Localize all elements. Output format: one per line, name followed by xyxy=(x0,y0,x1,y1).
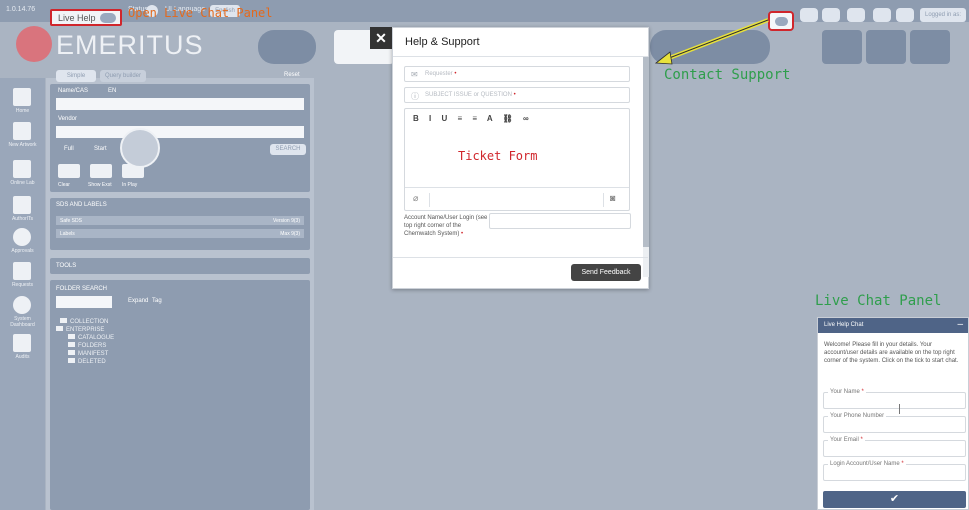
chat-title: Live Help Chat xyxy=(824,322,864,328)
chat-email-input[interactable]: Your Email * xyxy=(823,437,966,457)
text-cursor xyxy=(899,404,900,414)
chat-field-label: Your Name * xyxy=(828,389,866,395)
chat-intro-text: Welcome! Please fill in your details. Yo… xyxy=(824,342,959,364)
chat-field-label: Login Account/User Name * xyxy=(828,461,906,467)
chat-login-input[interactable]: Login Account/User Name * xyxy=(823,461,966,481)
chat-submit-button[interactable]: ✔ xyxy=(823,491,966,508)
live-chat-panel: Live Help Chat – Welcome! Please fill in… xyxy=(817,317,969,510)
chat-phone-input[interactable]: Your Phone Number xyxy=(823,413,966,433)
chat-field-label: Your Email * xyxy=(828,437,865,443)
chat-header: Live Help Chat – xyxy=(818,318,968,333)
chat-name-input[interactable]: Your Name * xyxy=(823,389,966,409)
chat-field-label: Your Phone Number xyxy=(828,413,887,419)
minimize-icon[interactable]: – xyxy=(957,319,963,330)
